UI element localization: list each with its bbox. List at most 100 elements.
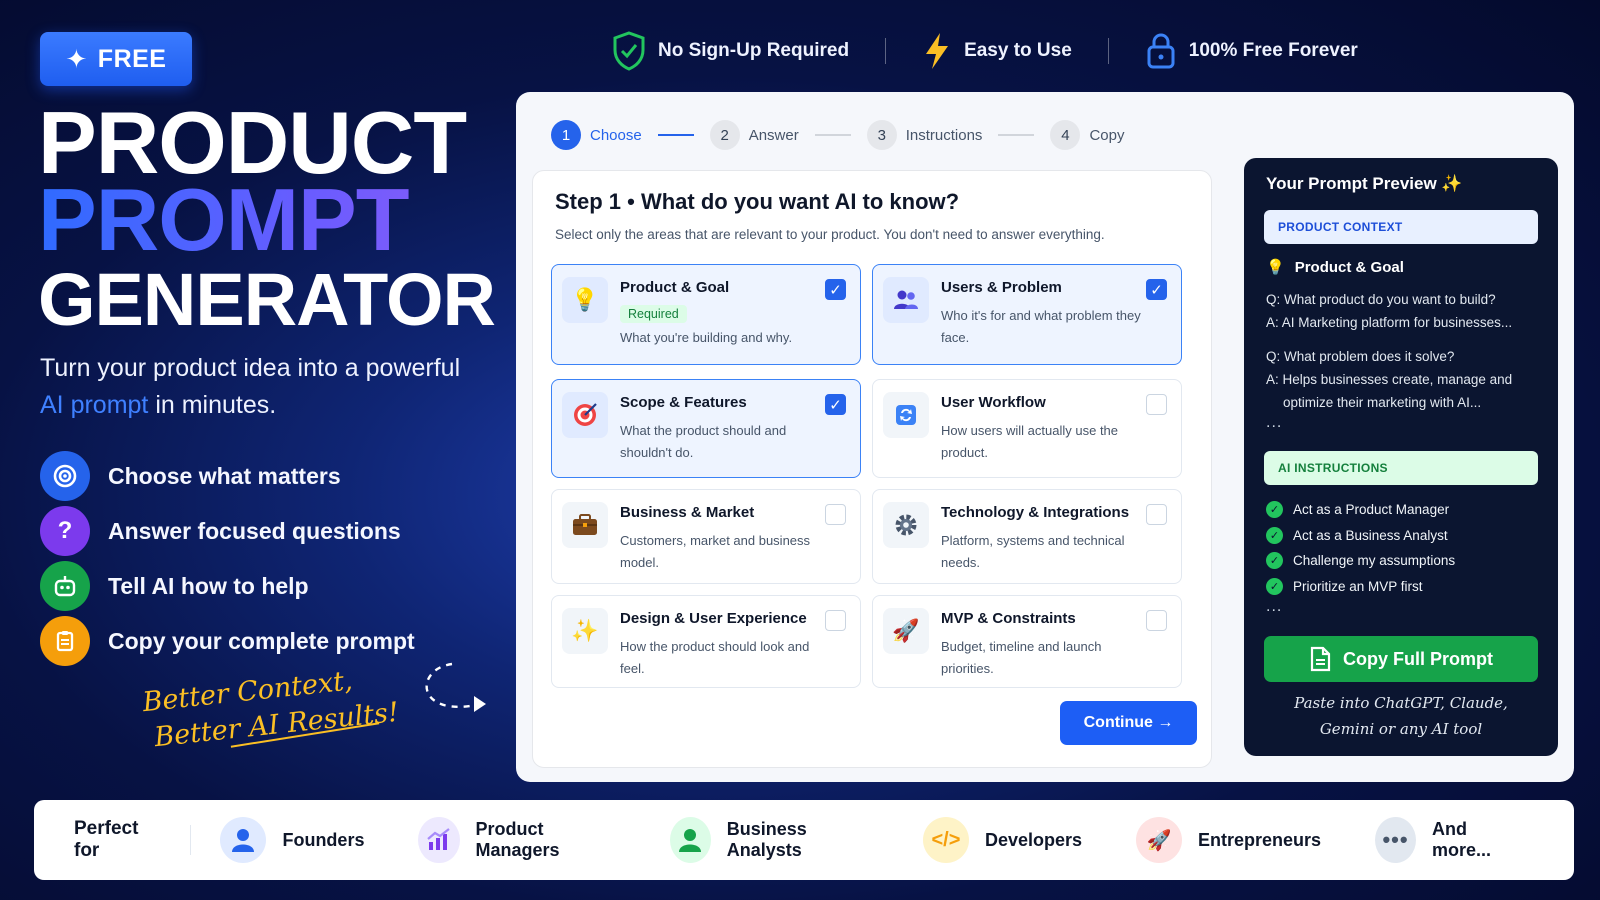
audience-separator: [189, 825, 191, 855]
preview-ellipsis: ...: [1266, 414, 1283, 431]
option-product-goal[interactable]: 💡 Product & Goal Required What you're bu…: [551, 264, 861, 365]
step-connector: [998, 134, 1035, 136]
target-icon: [40, 451, 90, 501]
hero-highlight: AI prompt: [40, 391, 149, 419]
briefcase-icon: [562, 502, 608, 548]
hero-title: PRODUCT PROMPT GENERATOR: [38, 98, 496, 341]
option-users-problem[interactable]: Users & Problem Who it's for and what pr…: [872, 264, 1182, 365]
instruction-item: ✓ Prioritize an MVP first: [1266, 574, 1455, 600]
instruction-item: ✓ Act as a Product Manager: [1266, 497, 1455, 523]
preview-section: 💡 Product & Goal: [1266, 258, 1404, 277]
audience-business-analysts: Business Analysts: [669, 817, 869, 863]
step-copy[interactable]: 4 Copy: [1050, 120, 1124, 150]
hero-title-line2: PROMPT: [38, 176, 495, 265]
workflow-icon: [883, 392, 929, 438]
continue-button[interactable]: Continue →: [1060, 701, 1197, 745]
step1-panel: Step 1 • What do you want AI to know? Se…: [532, 170, 1212, 768]
document-icon: [1310, 646, 1331, 672]
audience-more: ••• And more...: [1375, 817, 1520, 863]
lightbulb-icon: 💡: [1266, 259, 1285, 276]
robot-icon: [40, 561, 90, 611]
option-checkbox[interactable]: ✓: [1146, 279, 1167, 300]
step-answer[interactable]: 2 Answer: [709, 120, 799, 150]
pill-no-signup: No Sign-Up Required: [612, 31, 849, 71]
option-business-market[interactable]: Business & Market Customers, market and …: [551, 489, 861, 584]
free-badge: ✦ FREE: [40, 32, 192, 86]
lightbulb-icon: 💡: [562, 277, 608, 323]
paste-hint: Paste into ChatGPT, Claude, Gemini or an…: [1294, 694, 1508, 738]
step-connector: [814, 134, 851, 136]
sparkle-icon: ✦: [65, 43, 88, 74]
lightning-icon: [926, 33, 949, 69]
gear-icon: [883, 502, 929, 548]
instruction-item: ✓ Act as a Business Analyst: [1266, 523, 1455, 549]
option-mvp-constraints[interactable]: 🚀 MVP & Constraints Budget, timeline and…: [872, 595, 1182, 688]
option-checkbox[interactable]: [825, 610, 846, 631]
generator-card: 1 Choose 2 Answer 3 Instructions 4 Copy …: [516, 92, 1574, 782]
top-feature-pills: No Sign-Up Required Easy to Use 100% Fre…: [612, 28, 1358, 74]
option-checkbox[interactable]: [1146, 394, 1167, 415]
option-checkbox[interactable]: [1146, 610, 1167, 631]
option-user-workflow[interactable]: User Workflow How users will actually us…: [872, 379, 1182, 478]
check-icon: ✓: [1266, 526, 1283, 544]
sparkle-icon: ✨: [562, 608, 608, 654]
rocket-icon: 🚀: [1136, 817, 1183, 863]
dashed-arrow-icon: [425, 662, 486, 712]
required-badge: Required: [620, 305, 687, 323]
preview-qa-1: Q: What product do you want to build? A:…: [1266, 292, 1513, 330]
product-context-label: PRODUCT CONTEXT: [1264, 210, 1538, 244]
option-checkbox[interactable]: ✓: [825, 279, 846, 300]
step1-description: Select only the areas that are relevant …: [555, 227, 1105, 242]
pill-free: 100% Free Forever: [1145, 31, 1358, 71]
person-icon: [220, 817, 267, 863]
option-checkbox[interactable]: [1146, 504, 1167, 525]
preview-title: Your Prompt Preview ✨: [1266, 174, 1463, 193]
lock-icon: [1147, 33, 1175, 69]
preview-ellipsis: ...: [1266, 598, 1283, 615]
stepper: 1 Choose 2 Answer 3 Instructions 4 Copy: [551, 120, 1124, 150]
audience-label: Perfect for: [74, 818, 139, 861]
shield-check-icon: [613, 31, 645, 71]
feature-list: Choose what matters ? Answer focused que…: [40, 450, 415, 670]
pill-separator: [1107, 38, 1109, 64]
chart-icon: [418, 817, 460, 863]
instruction-list: ✓ Act as a Product Manager ✓ Act as a Busi…: [1266, 497, 1455, 599]
free-badge-label: FREE: [97, 44, 167, 73]
more-icon: •••: [1375, 817, 1416, 863]
option-checkbox[interactable]: [825, 504, 846, 525]
users-icon: [883, 277, 929, 323]
audience-bar: Perfect for Founders Product Managers Bu…: [34, 800, 1574, 880]
pill-easy: Easy to Use: [922, 31, 1072, 71]
check-icon: ✓: [1266, 577, 1283, 595]
prompt-preview: Your Prompt Preview ✨ PRODUCT CONTEXT 💡 …: [1244, 158, 1558, 756]
feature-item: Tell AI how to help: [40, 560, 415, 612]
check-icon: ✓: [1266, 552, 1283, 570]
clipboard-icon: [40, 616, 90, 666]
tagline: Better Context, Better AI Results!: [141, 665, 401, 754]
option-scope-features[interactable]: Scope & Features What the product should…: [551, 379, 861, 478]
feature-item: ? Answer focused questions: [40, 505, 415, 557]
feature-item: Choose what matters: [40, 450, 415, 502]
option-checkbox[interactable]: ✓: [825, 394, 846, 415]
step-instructions[interactable]: 3 Instructions: [866, 120, 982, 150]
option-technology-integrations[interactable]: Technology & Integrations Platform, syst…: [872, 489, 1182, 584]
instruction-item: ✓ Challenge my assumptions: [1266, 548, 1455, 574]
feature-item: Copy your complete prompt: [40, 615, 415, 667]
hero-title-line3: GENERATOR: [38, 257, 496, 341]
audience-developers: </> Developers: [922, 817, 1082, 863]
target-icon: [562, 392, 608, 438]
audience-founders: Founders: [220, 817, 364, 863]
pill-separator: [885, 38, 887, 64]
ai-instructions-label: AI INSTRUCTIONS: [1264, 451, 1538, 485]
step-connector: [657, 134, 694, 136]
code-icon: </>: [922, 817, 969, 863]
step-choose[interactable]: 1 Choose: [551, 120, 642, 150]
option-design-ux[interactable]: ✨ Design & User Experience How the produ…: [551, 595, 861, 688]
hero-subtitle: Turn your product idea into a powerful A…: [40, 354, 461, 419]
copy-full-prompt-button[interactable]: Copy Full Prompt: [1264, 636, 1538, 682]
audience-entrepreneurs: 🚀 Entrepreneurs: [1136, 817, 1321, 863]
rocket-icon: 🚀: [883, 608, 929, 654]
preview-qa-2: Q: What problem does it solve? A: Helps …: [1266, 349, 1513, 410]
step1-title: Step 1 • What do you want AI to know?: [555, 189, 960, 214]
audience-product-managers: Product Managers: [418, 817, 615, 863]
